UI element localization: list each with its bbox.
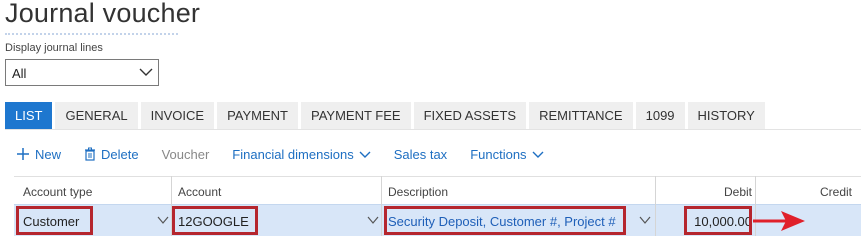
tab-strip: LIST GENERAL INVOICE PAYMENT PAYMENT FEE… — [5, 102, 768, 129]
display-journal-lines-select[interactable]: All — [5, 59, 159, 86]
highlight-debit — [684, 206, 752, 235]
display-journal-lines-label: Display journal lines — [5, 42, 103, 54]
sales-tax-button[interactable]: Sales tax — [394, 147, 447, 162]
tab-general[interactable]: GENERAL — [55, 102, 138, 129]
chevron-down-icon — [359, 151, 371, 158]
tab-strip-divider — [5, 129, 861, 130]
header-account[interactable]: Account — [178, 185, 221, 199]
display-journal-lines-value: All — [12, 66, 27, 81]
column-divider — [655, 176, 656, 236]
functions-menu[interactable]: Functions — [470, 146, 544, 162]
tab-payment[interactable]: PAYMENT — [217, 102, 298, 129]
voucher-button[interactable]: Voucher — [162, 147, 210, 162]
tab-fixed-assets[interactable]: FIXED ASSETS — [413, 102, 527, 129]
header-description[interactable]: Description — [388, 185, 448, 199]
tab-remittance[interactable]: REMITTANCE — [529, 102, 633, 129]
title-underline — [5, 33, 178, 35]
tab-invoice[interactable]: INVOICE — [140, 102, 215, 129]
new-button[interactable]: New — [16, 147, 61, 162]
new-button-label: New — [35, 146, 62, 162]
financial-dimensions-label: Financial dimensions — [232, 146, 354, 162]
red-arrow-icon — [753, 211, 805, 231]
chevron-down-icon[interactable] — [638, 213, 652, 227]
financial-dimensions-menu[interactable]: Financial dimensions — [232, 146, 371, 162]
plus-icon — [17, 148, 29, 160]
highlight-description — [384, 206, 626, 235]
chevron-down-icon[interactable] — [156, 213, 170, 227]
functions-label: Functions — [470, 146, 527, 162]
voucher-button-label: Voucher — [161, 146, 210, 162]
tab-list[interactable]: LIST — [5, 102, 53, 129]
chevron-down-icon[interactable] — [366, 213, 380, 227]
grid-header: Account type Account Description Debit C… — [14, 176, 861, 204]
highlight-account-type — [16, 206, 93, 235]
chevron-down-icon — [532, 151, 544, 158]
header-credit[interactable]: Credit — [820, 185, 852, 199]
tab-payment-fee[interactable]: PAYMENT FEE — [301, 102, 411, 129]
action-toolbar: New Delete Voucher Financial dimensions … — [16, 144, 567, 164]
header-account-type[interactable]: Account type — [23, 185, 92, 199]
chevron-down-icon — [139, 68, 153, 76]
header-debit[interactable]: Debit — [724, 185, 752, 199]
column-divider — [381, 176, 382, 236]
highlight-account — [172, 206, 258, 235]
page-title: Journal voucher — [5, 0, 201, 28]
tab-history[interactable]: HISTORY — [687, 102, 765, 129]
tab-1099[interactable]: 1099 — [635, 102, 685, 129]
trash-icon — [85, 147, 96, 161]
delete-button-label: Delete — [101, 146, 139, 162]
sales-tax-label: Sales tax — [393, 146, 448, 162]
delete-button[interactable]: Delete — [84, 147, 139, 162]
